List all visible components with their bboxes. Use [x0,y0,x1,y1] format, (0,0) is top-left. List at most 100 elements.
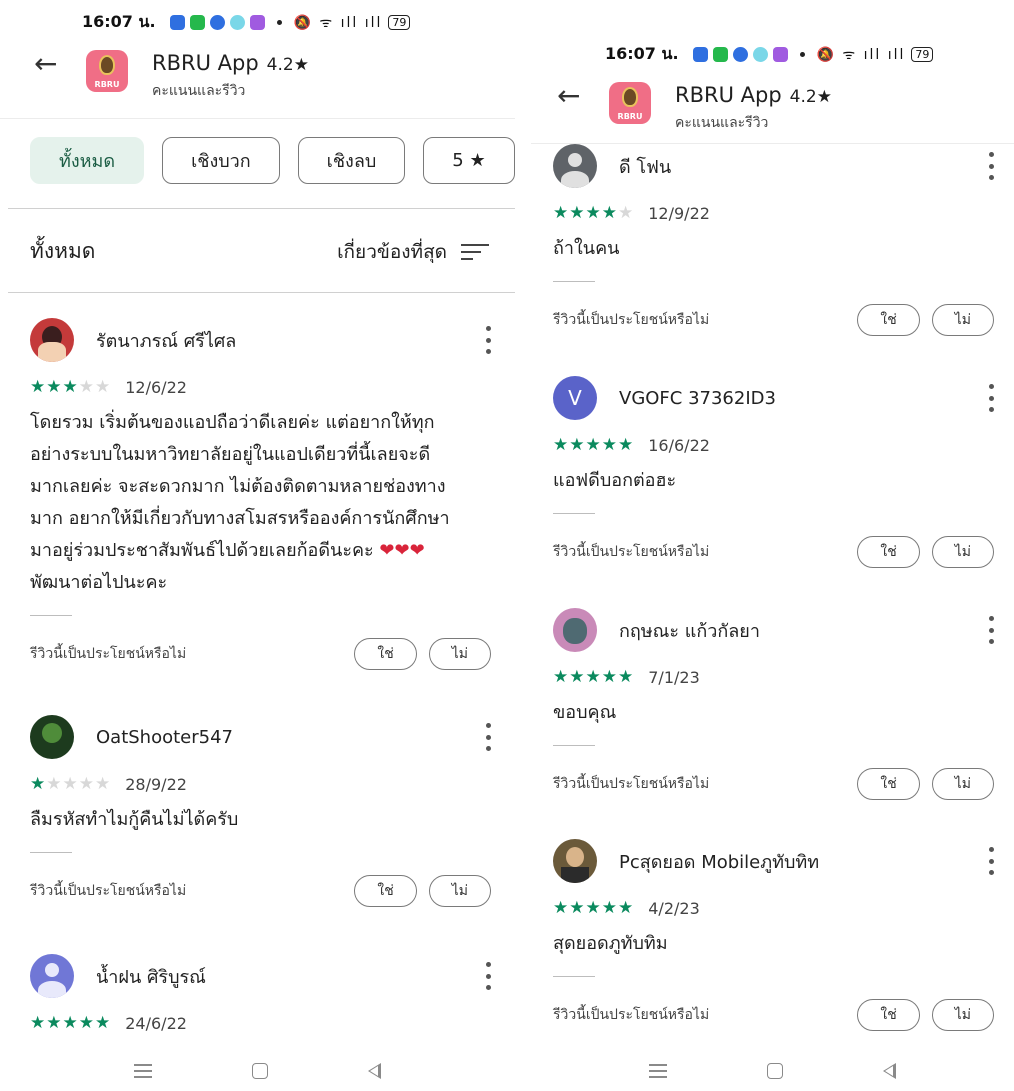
helpful-no-button[interactable]: ไม่ [931,999,994,1031]
chip-positive[interactable]: เชิงบวก [162,137,280,184]
review-date: 28/9/22 [125,774,187,794]
avatar [553,144,597,188]
review-separator [553,281,595,282]
seal-icon [622,87,638,107]
more-options-icon[interactable] [485,326,491,354]
heart-emojis: ❤❤❤ [379,540,425,561]
star-filled-icon: ★ [30,1013,47,1033]
helpful-row: รีวิวนี้เป็นประโยชน์หรือไม่ ใช่ ไม่ [553,536,994,568]
helpful-no-button[interactable]: ไม่ [931,304,994,336]
star-rating: ★★★★★ [553,203,634,223]
helpful-yes-button[interactable]: ใช่ [857,304,920,336]
star-filled-icon: ★ [585,435,602,455]
star-rating: ★★★★★ [30,1013,111,1033]
star-filled-icon: ★ [553,898,570,918]
review-rating: ★★★★★ 12/6/22 [30,377,491,397]
helpful-yes-button[interactable]: ใช่ [857,999,920,1031]
more-options-icon[interactable] [988,847,994,875]
star-empty-icon: ★ [46,774,63,794]
more-options-icon[interactable] [485,962,491,990]
app-name: RBRU App [675,83,782,107]
app-rating: 4.2★ [789,87,832,107]
menu-icon[interactable] [134,1064,152,1078]
app-logo: RBRU [609,82,651,124]
star-filled-icon: ★ [585,898,602,918]
app-name: RBRU App [152,51,259,75]
chip-all[interactable]: ทั้งหมด [30,137,145,184]
review-text-end: พัฒนาต่อไปนะคะ [30,572,168,593]
app-icon [772,47,788,62]
star-filled-icon: ★ [553,203,570,223]
more-options-icon[interactable] [988,152,994,180]
review-date: 12/9/22 [648,203,710,223]
sort-dropdown[interactable]: เกี่ยวข้องที่สุด [337,237,489,267]
review-item: OatShooter547 ★★★★★ 28/9/22 ลืมรหัสทำไมก… [30,714,491,907]
back-triangle-icon[interactable] [883,1063,896,1079]
star-empty-icon: ★ [95,774,112,794]
helpful-yes-button[interactable]: ใช่ [354,638,417,670]
helpful-question: รีวิวนี้เป็นประโยชน์หรือไม่ [553,312,710,328]
review-separator [30,615,72,616]
review-rating: ★★★★★ 7/1/23 [553,667,994,687]
review-item: น้ำฝน ศิริบูรณ์ ★★★★★ 24/6/22 [30,953,491,1033]
helpful-yes-button[interactable]: ใช่ [354,875,417,907]
chat-icon [209,15,225,30]
star-filled-icon: ★ [601,435,618,455]
helpful-no-button[interactable]: ไม่ [428,638,491,670]
more-options-icon[interactable] [485,723,491,751]
review-separator [553,976,595,977]
star-filled-icon: ★ [569,203,586,223]
star-rating: ★★★★★ [30,377,111,397]
back-triangle-icon[interactable] [368,1063,381,1079]
helpful-question: รีวิวนี้เป็นประโยชน์หรือไม่ [553,544,710,560]
star-filled-icon: ★ [585,203,602,223]
dot-icon [276,20,282,25]
battery-icon: 79 [388,15,411,30]
review-text: ถ้าในคน [553,238,620,259]
more-options-icon[interactable] [988,616,994,644]
chip-negative[interactable]: เชิงลบ [297,137,406,184]
review-text-body: โดยรวม เริ่มต้นของแอปถือว่าดีเลยค่ะ แต่อ… [30,412,450,561]
system-nav-bar [0,1051,515,1091]
home-icon[interactable] [767,1063,783,1079]
star-filled-icon: ★ [78,1013,95,1033]
review-separator [553,745,595,746]
review-date: 16/6/22 [648,435,710,455]
review-rating: ★★★★★ 12/9/22 [553,203,994,223]
review-item: ดี โฟน ★★★★★ 12/9/22 ถ้าในคน รีวิวนี้เป็… [553,143,994,336]
helpful-yes-button[interactable]: ใช่ [857,536,920,568]
back-arrow-icon[interactable]: ← [557,82,609,110]
helpful-no-button[interactable]: ไม่ [428,875,491,907]
avatar [553,608,597,652]
app-title: RBRU App 4.2★ [675,82,832,110]
helpful-no-button[interactable]: ไม่ [931,768,994,800]
helpful-yes-button[interactable]: ใช่ [857,768,920,800]
review-text: สุดยอดภูทับทิม [553,933,668,954]
helpful-row: รีวิวนี้เป็นประโยชน์หรือไม่ ใช่ ไม่ [30,875,491,907]
home-icon[interactable] [252,1063,268,1079]
notification-icons [692,47,788,62]
sort-icon [461,243,489,260]
review-text: ขอบคุณ [553,702,617,723]
helpful-question: รีวิวนี้เป็นประโยชน์หรือไม่ [30,883,187,899]
status-time: 16:07 น. [605,44,679,63]
star-filled-icon: ★ [618,435,635,455]
menu-icon[interactable] [649,1064,667,1078]
helpful-no-button[interactable]: ไม่ [931,536,994,568]
star-filled-icon: ★ [95,1013,112,1033]
review-rating: ★★★★★ 24/6/22 [30,1013,491,1033]
app-subtitle: คะแนนและรีวิว [675,115,769,131]
helpful-row: รีวิวนี้เป็นประโยชน์หรือไม่ ใช่ ไม่ [553,304,994,336]
star-filled-icon: ★ [553,667,570,687]
status-bar: 16:07 น. 🔕 ᯤ ıll ıll 79 [605,42,934,67]
star-rating: ★★★★★ [553,667,634,687]
avatar [30,318,74,362]
more-options-icon[interactable] [988,384,994,412]
back-arrow-icon[interactable]: ← [34,50,86,78]
chip-5-star[interactable]: 5 ★ [423,137,515,184]
tiktok-icon [752,47,768,62]
avatar [553,839,597,883]
star-filled-icon: ★ [569,435,586,455]
star-filled-icon: ★ [46,1013,63,1033]
sort-divider [8,292,515,293]
